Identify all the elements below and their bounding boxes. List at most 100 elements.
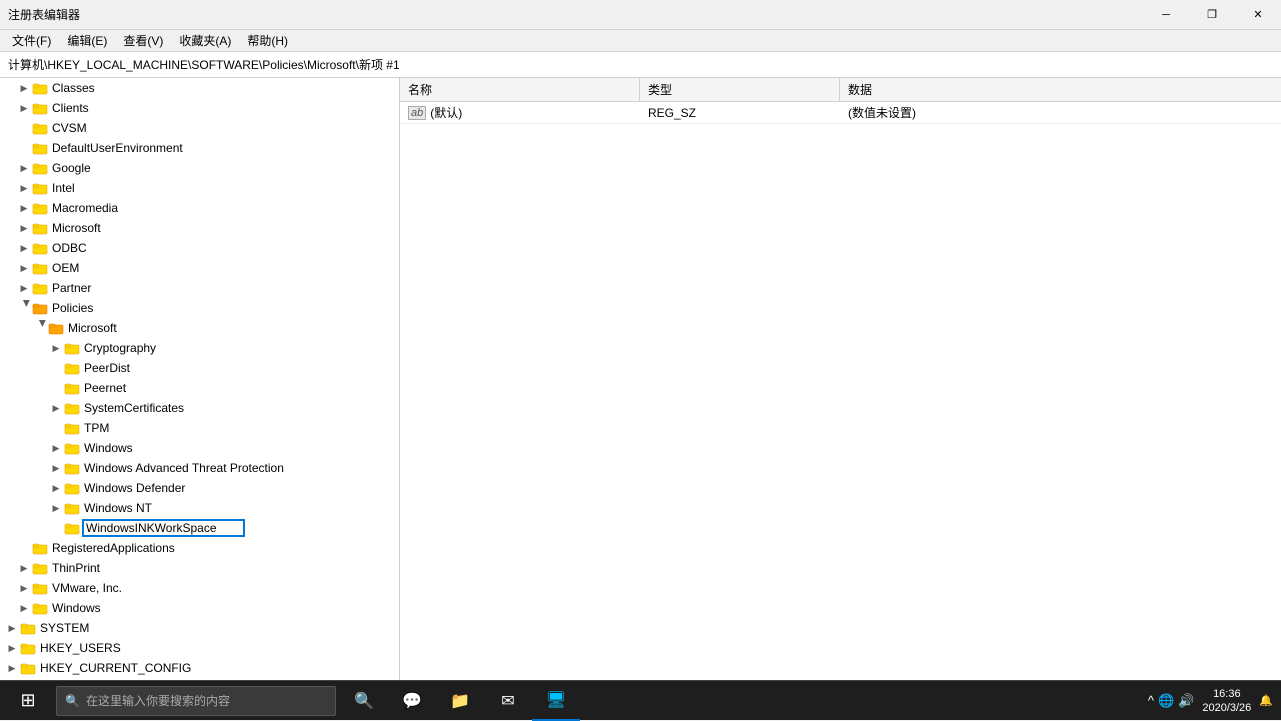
tree-node-peerdist[interactable]: ▶ PeerDist xyxy=(0,358,399,378)
folder-icon-windows-defender xyxy=(64,480,80,496)
tree-node-defaultuserenvironment[interactable]: ▶ DefaultUserEnvironment xyxy=(0,138,399,158)
tree-node-policies-microsoft[interactable]: ▶ Microsoft xyxy=(0,318,399,338)
cell-type-default: REG_SZ xyxy=(640,106,840,120)
folder-icon-thinprint xyxy=(32,560,48,576)
menu-help[interactable]: 帮助(H) xyxy=(239,30,296,51)
expander-clients: ▶ xyxy=(16,100,32,116)
folder-icon-hkey-users xyxy=(20,640,36,656)
folder-icon-intel xyxy=(32,180,48,196)
tree-node-google[interactable]: ▶ Google xyxy=(0,158,399,178)
expander-windows-atp: ▶ xyxy=(48,460,64,476)
folder-icon-google xyxy=(32,160,48,176)
expander-windows-policies: ▶ xyxy=(48,440,64,456)
start-button[interactable]: ⊞ xyxy=(4,681,52,721)
rename-input[interactable] xyxy=(82,519,245,537)
tree-node-system[interactable]: ▶ SYSTEM xyxy=(0,618,399,638)
tree-node-oem[interactable]: ▶ OEM xyxy=(0,258,399,278)
expander-partner: ▶ xyxy=(16,280,32,296)
tree-node-intel[interactable]: ▶ Intel xyxy=(0,178,399,198)
label-defaultuserenvironment: DefaultUserEnvironment xyxy=(50,141,183,155)
label-system: SYSTEM xyxy=(38,621,89,635)
search-app-icon: 🔍 xyxy=(354,691,374,711)
label-classes: Classes xyxy=(50,81,95,95)
label-cvsm: CVSM xyxy=(50,121,87,135)
expander-policies-microsoft: ▶ xyxy=(32,320,48,336)
expander-policies: ▶ xyxy=(16,300,32,316)
tray-arrow-icon[interactable]: ^ xyxy=(1148,693,1154,708)
folder-icon-windows-policies xyxy=(64,440,80,456)
tree-node-cvsm[interactable]: ▶ CVSM xyxy=(0,118,399,138)
folder-icon-macromedia xyxy=(32,200,48,216)
taskbar-search-app[interactable]: 🔍 xyxy=(340,681,388,721)
taskbar-regedit[interactable]: 🖥 xyxy=(532,681,580,721)
menu-file[interactable]: 文件(F) xyxy=(4,30,59,51)
label-microsoft: Microsoft xyxy=(50,221,101,235)
tree-node-hkey-current-config[interactable]: ▶ HKEY_CURRENT_CONFIG xyxy=(0,658,399,678)
tree-node-macromedia[interactable]: ▶ Macromedia xyxy=(0,198,399,218)
folder-icon-windows-atp xyxy=(64,460,80,476)
menu-view[interactable]: 查看(V) xyxy=(115,30,171,51)
tree-node-windows-defender[interactable]: ▶ Windows Defender xyxy=(0,478,399,498)
search-icon: 🔍 xyxy=(65,694,80,708)
folder-icon-partner xyxy=(32,280,48,296)
taskbar-clock[interactable]: 16:36 2020/3/26 xyxy=(1202,687,1251,715)
expander-google: ▶ xyxy=(16,160,32,176)
volume-icon[interactable]: 🔊 xyxy=(1178,693,1194,709)
tree-node-odbc[interactable]: ▶ ODBC xyxy=(0,238,399,258)
folder-icon-cryptography xyxy=(64,340,80,356)
tree-node-windows-nt[interactable]: ▶ Windows NT xyxy=(0,498,399,518)
clock-time: 16:36 xyxy=(1213,687,1241,701)
label-windows-root: Windows xyxy=(50,601,101,615)
taskbar-fileexplorer[interactable]: 📁 xyxy=(436,681,484,721)
tree-node-cryptography[interactable]: ▶ Cryptography xyxy=(0,338,399,358)
tree-node-partner[interactable]: ▶ Partner xyxy=(0,278,399,298)
expander-hkey-current-config: ▶ xyxy=(4,660,20,676)
close-button[interactable]: ✕ xyxy=(1235,0,1281,30)
expander-vmware: ▶ xyxy=(16,580,32,596)
label-windows-defender: Windows Defender xyxy=(82,481,185,495)
restore-button[interactable]: ❐ xyxy=(1189,0,1235,30)
right-header: 名称 类型 数据 xyxy=(400,78,1281,102)
label-registeredapplications: RegisteredApplications xyxy=(50,541,175,555)
taskbar-right: ^ 🌐 🔊 16:36 2020/3/26 🔔 xyxy=(1148,687,1277,715)
taskbar-search[interactable]: 🔍 在这里输入你要搜索的内容 xyxy=(56,686,336,716)
menu-bar: 文件(F) 编辑(E) 查看(V) 收藏夹(A) 帮助(H) xyxy=(0,30,1281,52)
window-controls: ─ ❐ ✕ xyxy=(1143,0,1281,30)
tree-node-systemcertificates[interactable]: ▶ SystemCertificates xyxy=(0,398,399,418)
registry-row-default[interactable]: ab (默认) REG_SZ (数值未设置) xyxy=(400,102,1281,124)
folder-icon-odbc xyxy=(32,240,48,256)
notification-icon[interactable]: 🔔 xyxy=(1259,694,1273,707)
label-intel: Intel xyxy=(50,181,75,195)
tree-node-hkey-users[interactable]: ▶ HKEY_USERS xyxy=(0,638,399,658)
folder-icon-cvsm xyxy=(32,120,48,136)
tree-node-classes[interactable]: ▶ Classes xyxy=(0,78,399,98)
tree-node-thinprint[interactable]: ▶ ThinPrint xyxy=(0,558,399,578)
taskbar-mail[interactable]: ✉ xyxy=(484,681,532,721)
tree-node-windows-policies[interactable]: ▶ Windows xyxy=(0,438,399,458)
menu-favorites[interactable]: 收藏夹(A) xyxy=(171,30,239,51)
tree-node-policies[interactable]: ▶ Policies xyxy=(0,298,399,318)
folder-icon-microsoft xyxy=(32,220,48,236)
tree-node-windows-root[interactable]: ▶ Windows xyxy=(0,598,399,618)
tree-node-registeredapplications[interactable]: ▶ RegisteredApplications xyxy=(0,538,399,558)
tree-node-windows-atp[interactable]: ▶ Windows Advanced Threat Protection xyxy=(0,458,399,478)
expander-macromedia: ▶ xyxy=(16,200,32,216)
tree-node-windowsinkworkspace[interactable]: ▶ xyxy=(0,518,399,538)
network-icon[interactable]: 🌐 xyxy=(1158,693,1174,709)
tree-node-microsoft[interactable]: ▶ Microsoft xyxy=(0,218,399,238)
folder-icon-systemcertificates xyxy=(64,400,80,416)
folder-icon-classes xyxy=(32,80,48,96)
label-hkey-users: HKEY_USERS xyxy=(38,641,121,655)
menu-edit[interactable]: 编辑(E) xyxy=(59,30,115,51)
cell-data-default: (数值未设置) xyxy=(840,104,1281,121)
tree-node-peernet[interactable]: ▶ Peernet xyxy=(0,378,399,398)
tree-node-clients[interactable]: ▶ Clients xyxy=(0,98,399,118)
taskbar-cortana[interactable]: 💬 xyxy=(388,681,436,721)
expander-windows-defender: ▶ xyxy=(48,480,64,496)
right-pane: 名称 类型 数据 ab (默认) REG_SZ (数值未设置) xyxy=(400,78,1281,680)
tree-scroll[interactable]: ▶ Classes ▶ Clients ▶ CVSM xyxy=(0,78,399,680)
minimize-button[interactable]: ─ xyxy=(1143,0,1189,30)
tree-node-tpm[interactable]: ▶ TPM xyxy=(0,418,399,438)
label-odbc: ODBC xyxy=(50,241,87,255)
tree-node-vmware[interactable]: ▶ VMware, Inc. xyxy=(0,578,399,598)
